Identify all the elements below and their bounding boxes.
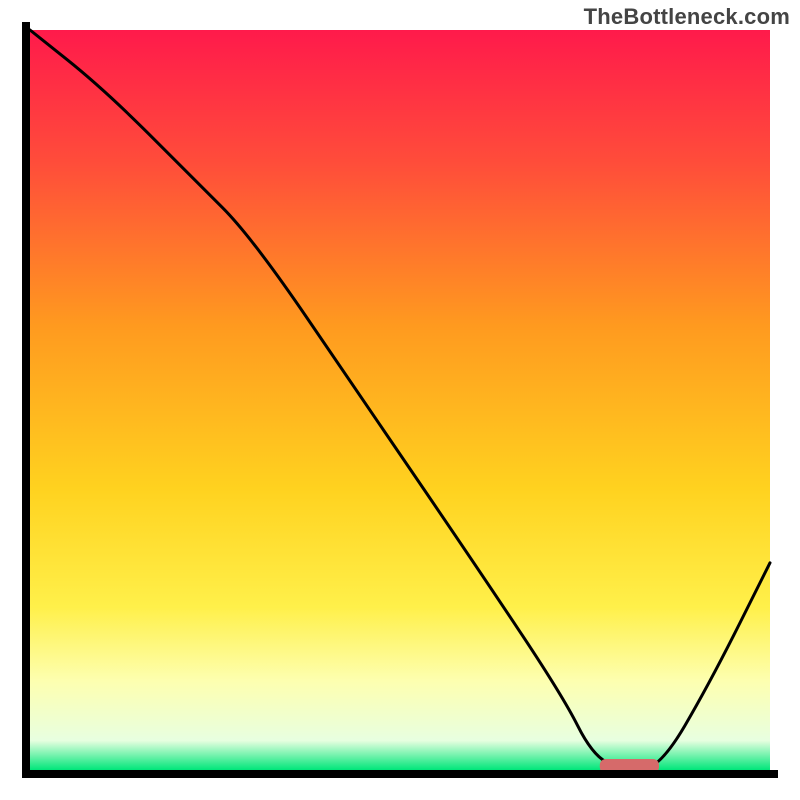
x-axis [22,770,778,778]
chart-container: TheBottleneck.com [0,0,800,800]
bottleneck-chart [0,0,800,800]
watermark-text: TheBottleneck.com [584,4,790,30]
y-axis [22,22,30,778]
plot-background [30,30,770,770]
